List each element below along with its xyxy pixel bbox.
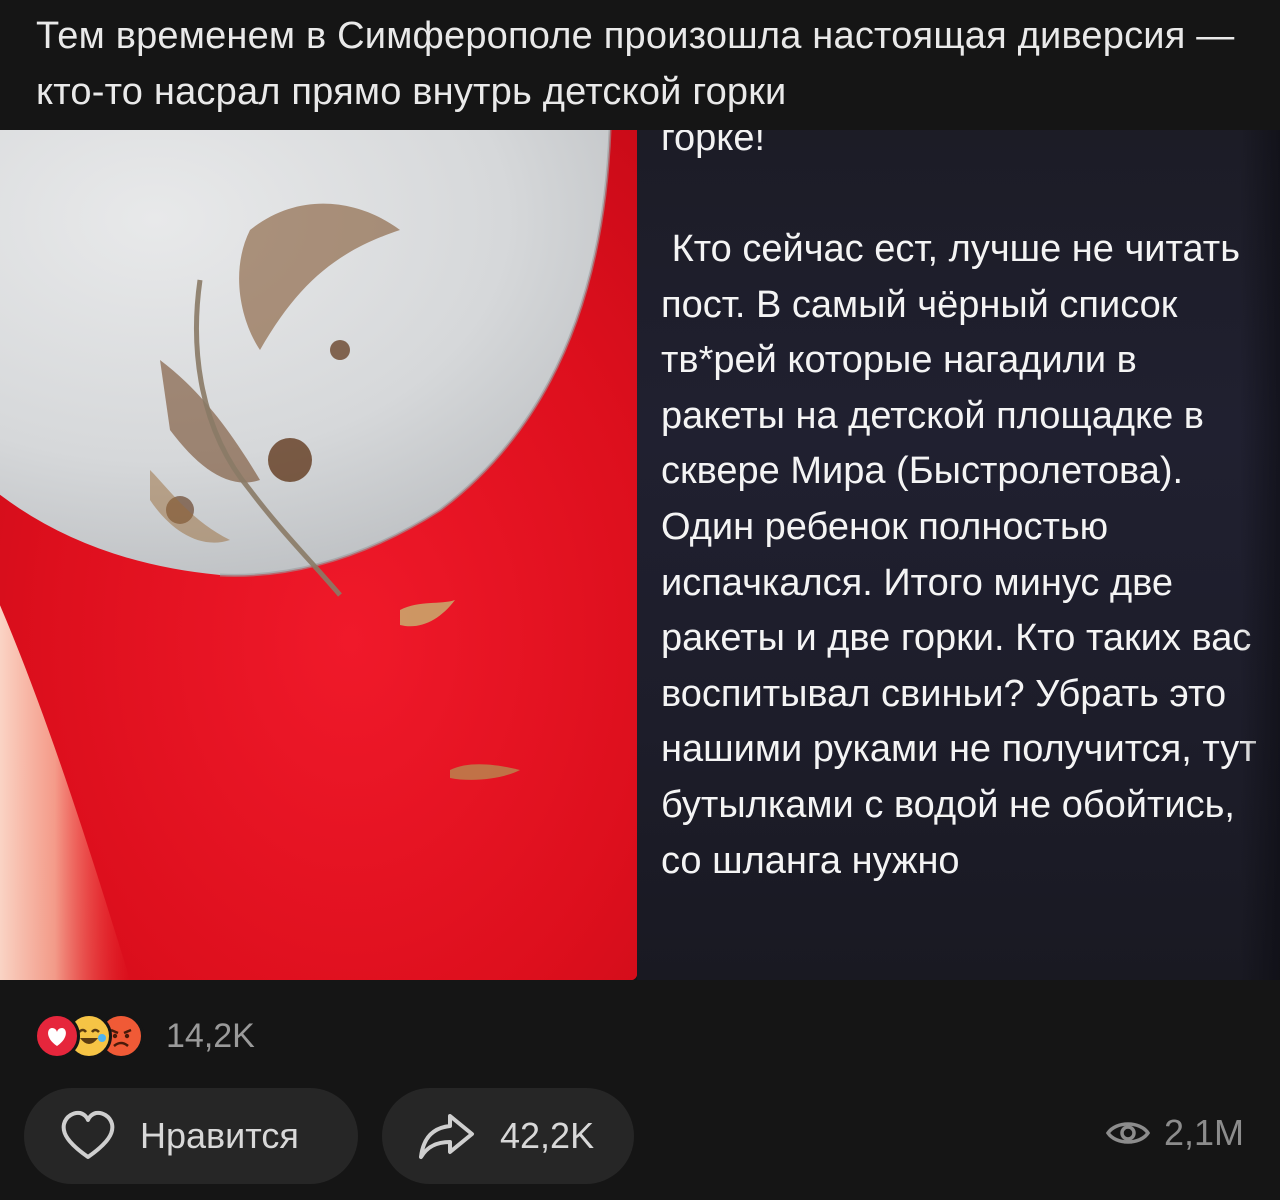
share-arrow-icon — [419, 1114, 474, 1159]
like-button[interactable]: Нравится — [24, 1088, 358, 1184]
heart-outline-icon — [61, 1110, 115, 1159]
slide-photo-image — [0, 130, 637, 980]
heart-reaction-icon — [34, 1013, 80, 1059]
views-count: 2,1M — [1163, 1112, 1244, 1153]
reactions-summary[interactable]: 14,2K — [34, 1012, 255, 1060]
share-button[interactable]: 42,2K — [382, 1088, 634, 1184]
screenshot-body-text: Кто сейчас ест, лучше не читать пост. В … — [661, 228, 1257, 882]
screenshot-fade — [1240, 130, 1280, 980]
post-media[interactable]: горке! Кто сейчас ест, лучше не читать п… — [0, 130, 1280, 980]
share-count: 42,2K — [500, 1115, 595, 1156]
screenshot-head-text: горке! — [661, 130, 766, 159]
post-text: Тем временем в Симферополе произошла нас… — [36, 15, 1235, 113]
like-button-label: Нравится — [140, 1115, 299, 1156]
slide-photo — [0, 130, 637, 980]
eye-icon — [1105, 1122, 1150, 1144]
reaction-count: 14,2K — [166, 1016, 255, 1055]
slide-text-screenshot: горке! Кто сейчас ест, лучше не читать п… — [637, 130, 1280, 980]
post-card: Тем временем в Симферополе произошла нас… — [0, 0, 1280, 1200]
views-counter: 2,1M — [1105, 1112, 1244, 1154]
